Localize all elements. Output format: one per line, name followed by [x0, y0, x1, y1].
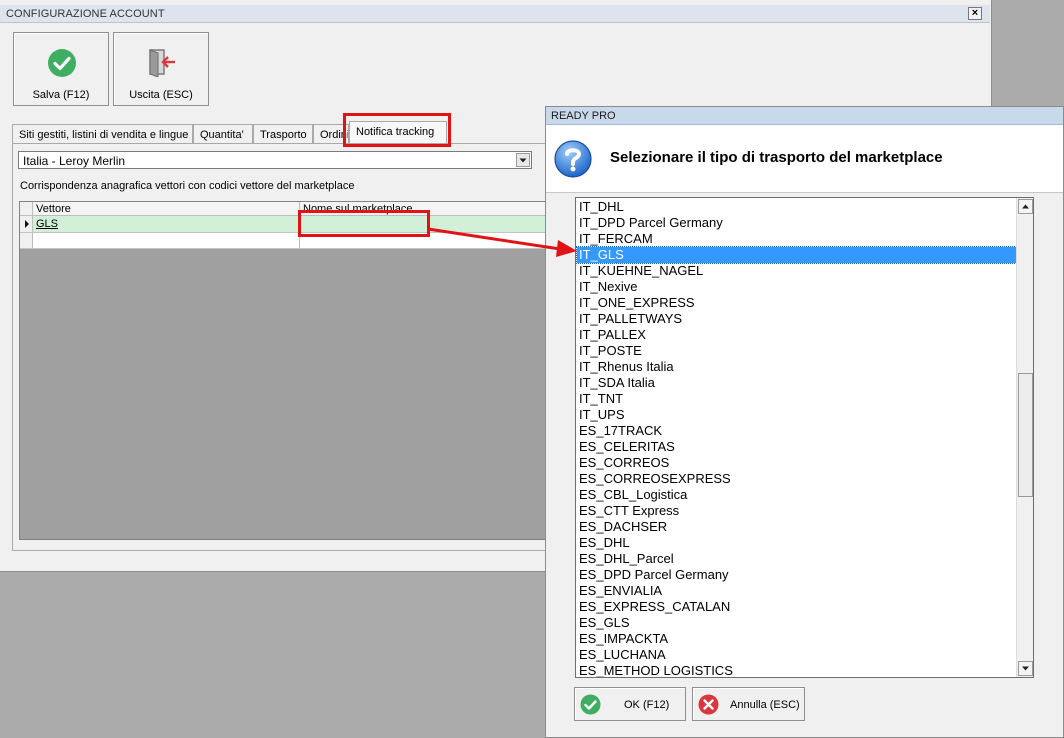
list-item[interactable]: ES_EXPRESS_CATALAN — [577, 599, 1018, 615]
scroll-up-button[interactable] — [1018, 199, 1033, 214]
list-item[interactable]: ES_METHOD LOGISTICS — [577, 663, 1018, 677]
tab-siti-gestiti[interactable]: Siti gestiti, listini di vendita e lingu… — [12, 124, 193, 144]
list-item[interactable]: IT_UPS — [577, 407, 1018, 423]
list-item[interactable]: IT_PALLETWAYS — [577, 311, 1018, 327]
transport-dialog: READY PRO Selezionare il tipo di traspor… — [545, 106, 1064, 738]
list-item[interactable]: IT_GLS — [576, 246, 1019, 264]
close-icon[interactable]: × — [968, 7, 982, 20]
carrier-grid: Vettore Nome sul marketplace GLS — [19, 201, 547, 540]
grid-header-vettore: Vettore — [36, 203, 71, 215]
carrier-list[interactable]: IT_DHL IT_DPD Parcel Germany IT_FERCAM IT_G… — [575, 197, 1034, 678]
dialog-title: READY PRO — [551, 110, 616, 122]
grid-header-selector — [20, 202, 33, 215]
row-pointer-icon — [25, 220, 29, 228]
cancel-button-label: Annulla (ESC) — [730, 699, 800, 711]
list-item[interactable]: ES_CBL_Logistica — [577, 487, 1018, 503]
list-item[interactable]: ES_DPD Parcel Germany — [577, 567, 1018, 583]
list-item[interactable]: ES_CORREOS — [577, 455, 1018, 471]
list-item[interactable]: IT_FERCAM — [577, 231, 1018, 247]
ok-button-label: OK (F12) — [624, 699, 670, 711]
list-item[interactable]: ES_DHL_Parcel — [577, 551, 1018, 567]
grid-caption: Corrispondenza anagrafica vettori con co… — [20, 180, 355, 192]
site-select-value: Italia - Leroy Merlin — [23, 154, 126, 168]
scroll-thumb[interactable] — [1018, 373, 1033, 497]
list-item[interactable]: IT_KUEHNE_NAGEL — [577, 263, 1018, 279]
table-row-new[interactable] — [20, 233, 546, 249]
scrollbar[interactable] — [1016, 198, 1033, 677]
dialog-header: Selezionare il tipo di trasporto del mar… — [546, 125, 1063, 193]
chevron-down-icon[interactable] — [516, 153, 530, 167]
highlight-tab-box — [343, 113, 451, 147]
grid-cell-vettore[interactable]: GLS — [36, 218, 58, 230]
list-item[interactable]: IT_PALLEX — [577, 327, 1018, 343]
main-window-title: CONFIGURAZIONE ACCOUNT — [6, 8, 165, 20]
list-item[interactable]: IT_Nexive — [577, 279, 1018, 295]
list-item[interactable]: ES_CTT Express — [577, 503, 1018, 519]
list-item[interactable]: IT_Rhenus Italia — [577, 359, 1018, 375]
tab-quantita[interactable]: Quantita' — [193, 124, 253, 144]
list-item[interactable]: ES_GLS — [577, 615, 1018, 631]
exit-button-label: Uscita (ESC) — [129, 89, 193, 101]
tab-trasporto[interactable]: Trasporto — [253, 124, 313, 144]
main-title-bar: CONFIGURAZIONE ACCOUNT — [0, 5, 990, 23]
highlight-cell-box — [298, 210, 430, 237]
exit-door-icon — [149, 49, 175, 77]
list-item[interactable]: ES_DACHSER — [577, 519, 1018, 535]
list-item[interactable]: IT_DPD Parcel Germany — [577, 215, 1018, 231]
site-select[interactable]: Italia - Leroy Merlin — [18, 151, 532, 169]
grid-header: Vettore Nome sul marketplace — [20, 202, 546, 216]
row-selector[interactable] — [20, 216, 33, 232]
cancel-icon — [698, 694, 719, 715]
scroll-down-button[interactable] — [1018, 661, 1033, 676]
list-item[interactable]: ES_17TRACK — [577, 423, 1018, 439]
check-icon — [580, 694, 601, 715]
save-button[interactable]: Salva (F12) — [13, 32, 109, 106]
list-item[interactable]: ES_IMPACKTA — [577, 631, 1018, 647]
list-item[interactable]: ES_ENVIALIA — [577, 583, 1018, 599]
chevron-up-icon — [1022, 204, 1029, 209]
list-item[interactable]: IT_TNT — [577, 391, 1018, 407]
ok-button[interactable]: OK (F12) — [574, 687, 686, 721]
list-item[interactable]: IT_ONE_EXPRESS — [577, 295, 1018, 311]
table-row[interactable]: GLS — [20, 216, 546, 233]
list-item[interactable]: IT_SDA Italia — [577, 375, 1018, 391]
list-item[interactable]: ES_CORREOSEXPRESS — [577, 471, 1018, 487]
question-icon — [554, 140, 592, 178]
check-icon — [48, 49, 76, 77]
cancel-button[interactable]: Annulla (ESC) — [692, 687, 805, 721]
list-item[interactable]: ES_CELERITAS — [577, 439, 1018, 455]
list-item[interactable]: IT_POSTE — [577, 343, 1018, 359]
dialog-question: Selezionare il tipo di trasporto del mar… — [610, 149, 943, 166]
exit-button[interactable]: Uscita (ESC) — [113, 32, 209, 106]
save-button-label: Salva (F12) — [32, 89, 90, 101]
chevron-down-icon — [1022, 666, 1029, 671]
list-item[interactable]: ES_LUCHANA — [577, 647, 1018, 663]
list-item[interactable]: IT_DHL — [577, 199, 1018, 215]
row-selector[interactable] — [20, 233, 33, 248]
dialog-title-bar: READY PRO — [546, 107, 1063, 125]
list-item[interactable]: ES_DHL — [577, 535, 1018, 551]
